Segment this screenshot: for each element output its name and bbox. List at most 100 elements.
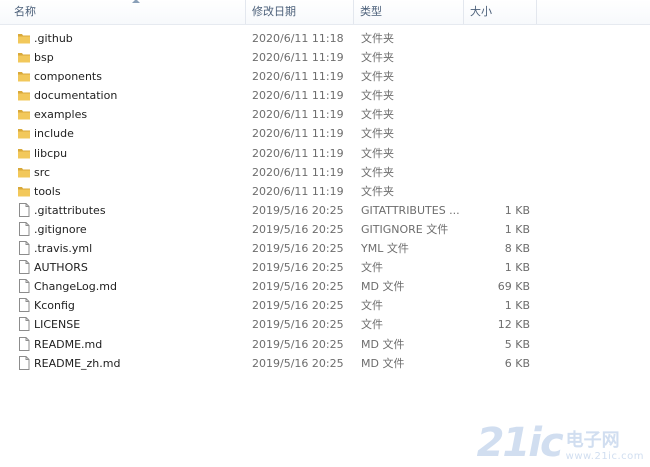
- file-date: 2019/5/16 20:25: [252, 280, 344, 294]
- watermark-logo: 21ic 电子网 www.21ic.com: [477, 423, 644, 463]
- file-date: 2020/6/11 11:19: [252, 89, 344, 103]
- file-name: src: [34, 165, 51, 179]
- file-date: 2020/6/11 11:19: [252, 51, 344, 65]
- file-icon: [17, 298, 31, 313]
- file-date: 2020/6/11 11:19: [252, 165, 344, 179]
- file-row[interactable]: README_zh.md 2019/5/16 20:25 MD 文件 6 KB: [0, 354, 650, 373]
- file-date: 2019/5/16 20:25: [252, 203, 344, 217]
- column-header-size[interactable]: 大小: [464, 0, 537, 24]
- folder-icon: [17, 69, 31, 83]
- file-icon: [17, 241, 31, 256]
- file-type: MD 文件: [361, 280, 405, 294]
- file-type: 文件夹: [361, 89, 394, 103]
- file-icon: [17, 317, 31, 332]
- file-row[interactable]: .gitattributes 2019/5/16 20:25 GITATTRIBUT…: [0, 201, 650, 220]
- file-row[interactable]: .github 2020/6/11 11:18 文件夹: [0, 29, 650, 48]
- file-name: components: [34, 70, 102, 84]
- file-size: 69 KB: [497, 280, 530, 294]
- sort-ascending-icon: [132, 0, 140, 3]
- file-size: 8 KB: [504, 242, 530, 256]
- file-icon: [17, 336, 31, 351]
- file-icon: [17, 355, 31, 370]
- file-row[interactable]: src 2020/6/11 11:19 文件夹: [0, 163, 650, 182]
- file-date: 2019/5/16 20:25: [252, 242, 344, 256]
- file-date: 2020/6/11 11:19: [252, 70, 344, 84]
- file-name: .github: [34, 32, 73, 45]
- file-list: .github 2020/6/11 11:18 文件夹 bsp 2020/6/11 11…: [0, 29, 650, 373]
- file-date: 2020/6/11 11:19: [252, 108, 344, 122]
- folder-icon: [17, 165, 31, 179]
- file-icon: [17, 221, 31, 236]
- file-row[interactable]: documentation 2020/6/11 11:19 文件夹: [0, 86, 650, 105]
- file-date: 2020/6/11 11:18: [252, 32, 344, 45]
- file-type: 文件夹: [361, 51, 394, 65]
- file-date: 2019/5/16 20:25: [252, 299, 344, 313]
- column-header-type-label: 类型: [360, 5, 382, 18]
- file-name: README_zh.md: [34, 356, 121, 370]
- file-name: AUTHORS: [34, 261, 88, 275]
- file-date: 2020/6/11 11:19: [252, 184, 344, 198]
- column-header-name-label: 名称: [14, 5, 36, 18]
- file-date: 2019/5/16 20:25: [252, 222, 344, 236]
- file-name: include: [34, 127, 74, 141]
- folder-icon: [17, 146, 31, 160]
- file-name: libcpu: [34, 146, 68, 160]
- watermark-domain: www.21ic.com: [565, 451, 644, 462]
- column-header-size-label: 大小: [470, 5, 492, 18]
- file-type: MD 文件: [361, 356, 405, 370]
- folder-icon: [17, 184, 31, 198]
- file-name: examples: [34, 108, 88, 122]
- file-type: GITATTRIBUTES ...: [361, 203, 460, 217]
- file-icon: [17, 260, 31, 275]
- folder-icon: [17, 107, 31, 121]
- folder-icon: [17, 31, 31, 45]
- file-date: 2019/5/16 20:25: [252, 318, 344, 332]
- file-name: bsp: [34, 51, 54, 65]
- file-name: tools: [34, 184, 61, 198]
- column-header-date[interactable]: 修改日期: [246, 0, 354, 24]
- file-type: 文件: [361, 318, 383, 332]
- column-header-name[interactable]: 名称: [8, 0, 246, 24]
- file-type: 文件: [361, 261, 383, 275]
- file-row[interactable]: examples 2020/6/11 11:19 文件夹: [0, 105, 650, 124]
- column-header-bar: 名称 修改日期 类型 大小: [0, 0, 650, 25]
- file-row[interactable]: LICENSE 2019/5/16 20:25 文件 12 KB: [0, 315, 650, 334]
- file-date: 2019/5/16 20:25: [252, 356, 344, 370]
- file-row[interactable]: tools 2020/6/11 11:19 文件夹: [0, 182, 650, 201]
- file-name: README.md: [34, 337, 103, 351]
- file-name: .gitignore: [34, 222, 87, 236]
- file-size: 1 KB: [504, 203, 530, 217]
- watermark-number: 21ic: [476, 420, 564, 466]
- file-type: 文件夹: [361, 32, 394, 45]
- file-date: 2020/6/11 11:19: [252, 146, 344, 160]
- file-size: 6 KB: [504, 356, 530, 370]
- file-row[interactable]: Kconfig 2019/5/16 20:25 文件 1 KB: [0, 296, 650, 315]
- file-size: 12 KB: [497, 318, 530, 332]
- file-name: LICENSE: [34, 318, 81, 332]
- file-name: .travis.yml: [34, 242, 93, 256]
- file-type: MD 文件: [361, 337, 405, 351]
- column-header-type[interactable]: 类型: [354, 0, 464, 24]
- file-row[interactable]: .gitignore 2019/5/16 20:25 GITIGNORE 文件 1 K…: [0, 220, 650, 239]
- file-type: YML 文件: [361, 242, 409, 256]
- file-name: Kconfig: [34, 299, 75, 313]
- file-name: ChangeLog.md: [34, 280, 117, 294]
- file-type: GITIGNORE 文件: [361, 222, 449, 236]
- folder-icon: [17, 126, 31, 140]
- file-name: .gitattributes: [34, 203, 106, 217]
- column-header-date-label: 修改日期: [252, 5, 296, 18]
- file-row[interactable]: AUTHORS 2019/5/16 20:25 文件 1 KB: [0, 258, 650, 277]
- file-row[interactable]: include 2020/6/11 11:19 文件夹: [0, 124, 650, 143]
- file-row[interactable]: bsp 2020/6/11 11:19 文件夹: [0, 48, 650, 67]
- file-size: 1 KB: [504, 261, 530, 275]
- file-date: 2019/5/16 20:25: [252, 337, 344, 351]
- file-date: 2019/5/16 20:25: [252, 261, 344, 275]
- file-type: 文件夹: [361, 146, 394, 160]
- file-row[interactable]: README.md 2019/5/16 20:25 MD 文件 5 KB: [0, 335, 650, 354]
- file-row[interactable]: ChangeLog.md 2019/5/16 20:25 MD 文件 69 KB: [0, 277, 650, 296]
- file-row[interactable]: libcpu 2020/6/11 11:19 文件夹: [0, 144, 650, 163]
- file-type: 文件夹: [361, 70, 394, 84]
- file-row[interactable]: .travis.yml 2019/5/16 20:25 YML 文件 8 KB: [0, 239, 650, 258]
- file-row[interactable]: components 2020/6/11 11:19 文件夹: [0, 67, 650, 86]
- file-type: 文件夹: [361, 165, 394, 179]
